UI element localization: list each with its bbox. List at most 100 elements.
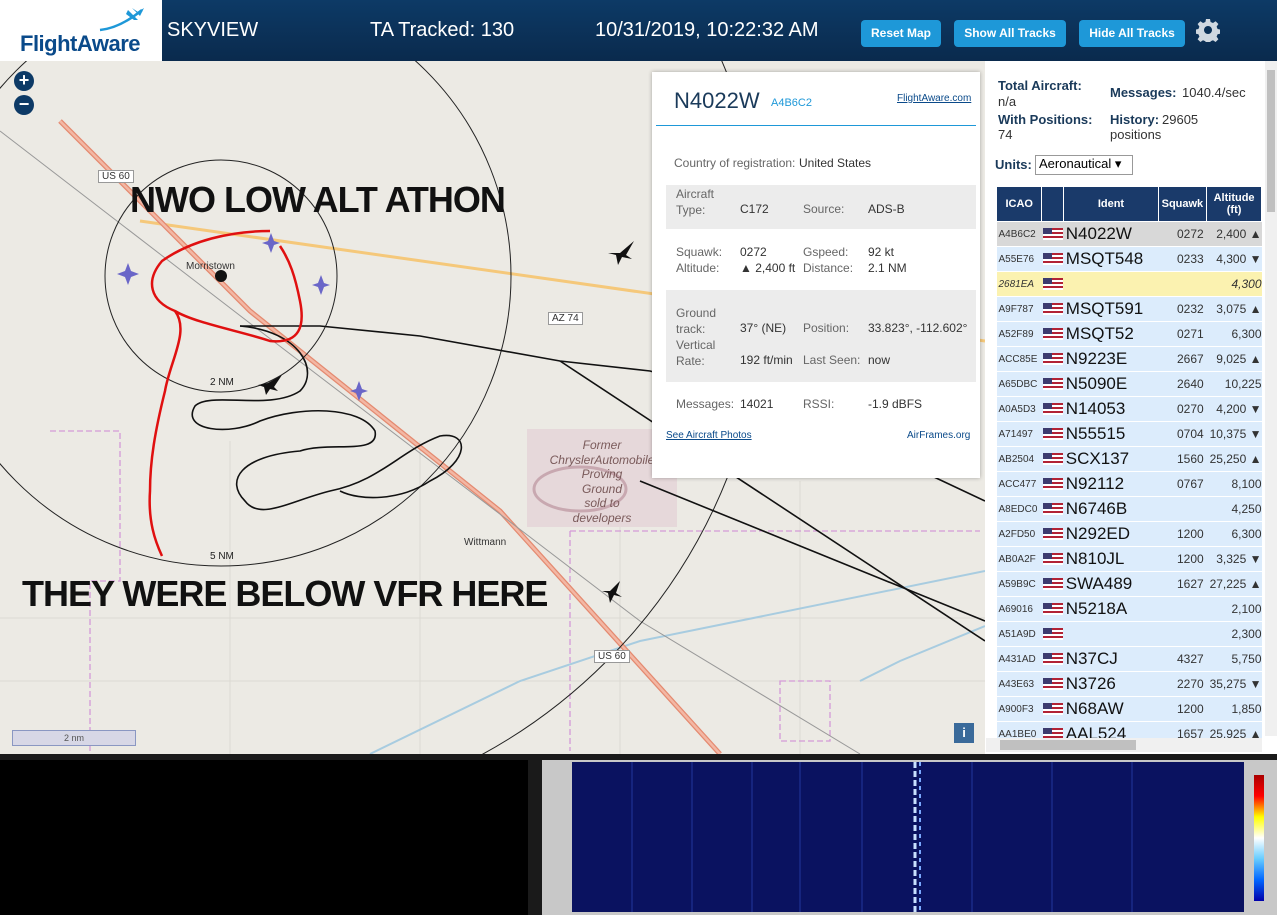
flightaware-logo[interactable]: FlightAware — [0, 0, 162, 61]
table-row[interactable]: A51A9D 2,300 — [996, 621, 1262, 647]
cell-ident: N5218A — [1063, 596, 1159, 622]
show-all-tracks-button[interactable]: Show All Tracks — [954, 20, 1066, 47]
units-label: Units: — [995, 157, 1032, 172]
position-value: 33.823°, -112.602° — [868, 321, 968, 335]
cell-icao: A900F3 — [996, 696, 1042, 722]
us-flag-icon — [1041, 371, 1064, 397]
table-row[interactable]: A52F89 MSQT52 0271 6,300 — [996, 321, 1262, 347]
aircraft-table: ICAO Ident Squawk Altitude (ft) A4B6C2 N4… — [995, 186, 1262, 747]
table-row[interactable]: A4B6C2 N4022W 0272 2,400 ▲ — [996, 221, 1262, 247]
cell-ident: N4022W — [1063, 221, 1159, 247]
table-row[interactable]: A55E76 MSQT548 0233 4,300 ▼ — [996, 246, 1262, 272]
table-row[interactable]: A71497 N55515 0704 10,375 ▼ — [996, 421, 1262, 447]
airframes-link[interactable]: AirFrames.org — [907, 430, 970, 441]
with-positions-value: 74 — [998, 127, 1013, 142]
cell-squawk: 0272 — [1158, 221, 1207, 247]
cell-icao: A0A5D3 — [996, 396, 1042, 422]
scale-bar: 2 nm — [12, 730, 136, 746]
messages-rate-label: Messages: — [1110, 85, 1177, 100]
cell-altitude: 10,225 — [1206, 371, 1262, 397]
aircraft-type-value: C172 — [740, 202, 769, 216]
cell-squawk: 0704 — [1158, 421, 1207, 447]
reset-map-button[interactable]: Reset Map — [861, 20, 941, 47]
squawk-label: Squawk: — [676, 245, 723, 259]
cell-altitude: 35,275 ▼ — [1206, 671, 1262, 697]
datetime: 10/31/2019, 10:22:32 AM — [595, 19, 819, 41]
squawk-value: 0272 — [740, 245, 767, 259]
table-row[interactable]: AB0A2F N810JL 1200 3,325 ▼ — [996, 546, 1262, 572]
ground-track-label: Ground track: — [676, 306, 717, 336]
map-label-us60: US 60 — [98, 170, 134, 183]
cell-squawk — [1158, 496, 1207, 522]
cell-icao: A431AD — [996, 646, 1042, 672]
table-row[interactable]: A9F787 MSQT591 0232 3,075 ▲ — [996, 296, 1262, 322]
horizontal-scroll-thumb[interactable] — [1000, 740, 1136, 750]
altitude-label: Altitude: — [676, 261, 720, 275]
cell-icao: A59B9C — [996, 571, 1042, 597]
flightaware-link[interactable]: FlightAware.com — [897, 93, 971, 104]
table-row[interactable]: A2FD50 N292ED 1200 6,300 — [996, 521, 1262, 547]
source-label: Source: — [803, 202, 845, 216]
vertical-scroll-thumb[interactable] — [1267, 70, 1275, 212]
cell-ident: MSQT548 — [1063, 246, 1159, 272]
aircraft-type-label: Aircraft Type: — [676, 187, 715, 217]
cell-icao: A69016 — [996, 596, 1042, 622]
table-row[interactable]: AB2504 SCX137 1560 25,250 ▲ — [996, 446, 1262, 472]
cell-altitude: 27,225 ▲ — [1206, 571, 1262, 597]
cell-icao: A8EDC0 — [996, 496, 1042, 522]
map-label-az74: AZ 74 — [548, 312, 583, 325]
cell-ident: N6746B — [1063, 496, 1159, 522]
messages-label: Messages: — [676, 397, 735, 411]
us-flag-icon — [1041, 671, 1064, 697]
with-positions-label: With Positions: — [998, 112, 1093, 127]
zoom-out-button[interactable]: − — [14, 95, 34, 115]
table-row[interactable]: A43E63 N3726 2270 35,275 ▼ — [996, 671, 1262, 697]
table-header: ICAO Ident Squawk Altitude (ft) — [995, 186, 1262, 222]
vertical-rate-value: 192 ft/min — [740, 353, 793, 367]
table-row[interactable]: A69016 N5218A 2,100 — [996, 596, 1262, 622]
plane-logo-icon — [99, 8, 144, 32]
map-label-wittmann: Wittmann — [464, 537, 507, 548]
cell-squawk: 2667 — [1158, 346, 1207, 372]
us-flag-icon — [1041, 546, 1064, 572]
us-flag-icon — [1041, 421, 1064, 447]
cell-icao: ACC85E — [996, 346, 1042, 372]
last-seen-label: Last Seen: — [803, 353, 861, 367]
cell-squawk — [1158, 271, 1207, 297]
info-button[interactable]: i — [954, 723, 974, 743]
hide-all-tracks-button[interactable]: Hide All Tracks — [1079, 20, 1185, 47]
gear-icon[interactable] — [1196, 18, 1220, 42]
col-altitude[interactable]: Altitude (ft) — [1206, 186, 1262, 222]
cell-altitude: 3,325 ▼ — [1206, 546, 1262, 572]
messages-value: 14021 — [740, 397, 774, 411]
table-row[interactable]: A59B9C SWA489 1627 27,225 ▲ — [996, 571, 1262, 597]
col-icao[interactable]: ICAO — [995, 186, 1043, 222]
waterfall-display — [572, 762, 1244, 912]
see-aircraft-photos-link[interactable]: See Aircraft Photos — [666, 430, 752, 441]
source-value: ADS-B — [868, 202, 905, 216]
table-row[interactable]: ACC85E N9223E 2667 9,025 ▲ — [996, 346, 1262, 372]
cell-ident — [1063, 621, 1159, 647]
map-label-morristown: Morristown — [186, 261, 235, 272]
table-row[interactable]: A900F3 N68AW 1200 1,850 — [996, 696, 1262, 722]
table-row[interactable]: ACC477 N92112 0767 8,100 — [996, 471, 1262, 497]
country-label: Country of registration: — [674, 156, 796, 170]
cell-altitude: 1,850 — [1206, 696, 1262, 722]
cell-squawk: 0270 — [1158, 396, 1207, 422]
units-select[interactable]: Aeronautical ▾ — [1035, 155, 1133, 175]
annotation-top: NWO LOW ALT ATHON — [130, 179, 506, 220]
col-ident[interactable]: Ident — [1063, 186, 1159, 222]
table-row[interactable]: A8EDC0 N6746B 4,250 — [996, 496, 1262, 522]
table-row[interactable]: A65DBC N5090E 2640 10,225 — [996, 371, 1262, 397]
col-squawk[interactable]: Squawk — [1157, 186, 1208, 222]
us-flag-icon — [1041, 271, 1064, 297]
zoom-in-button[interactable]: + — [14, 71, 34, 91]
cell-altitude: 6,300 — [1206, 321, 1262, 347]
table-row[interactable]: A0A5D3 N14053 0270 4,200 ▼ — [996, 396, 1262, 422]
table-row[interactable]: A431AD N37CJ 4327 5,750 — [996, 646, 1262, 672]
cell-squawk: 0767 — [1158, 471, 1207, 497]
table-row[interactable]: 2681EA 4,300 — [996, 271, 1262, 297]
ground-track-value: 37° (NE) — [740, 321, 787, 335]
col-flag[interactable] — [1041, 186, 1065, 222]
popup-registration: N4022W — [674, 88, 760, 113]
